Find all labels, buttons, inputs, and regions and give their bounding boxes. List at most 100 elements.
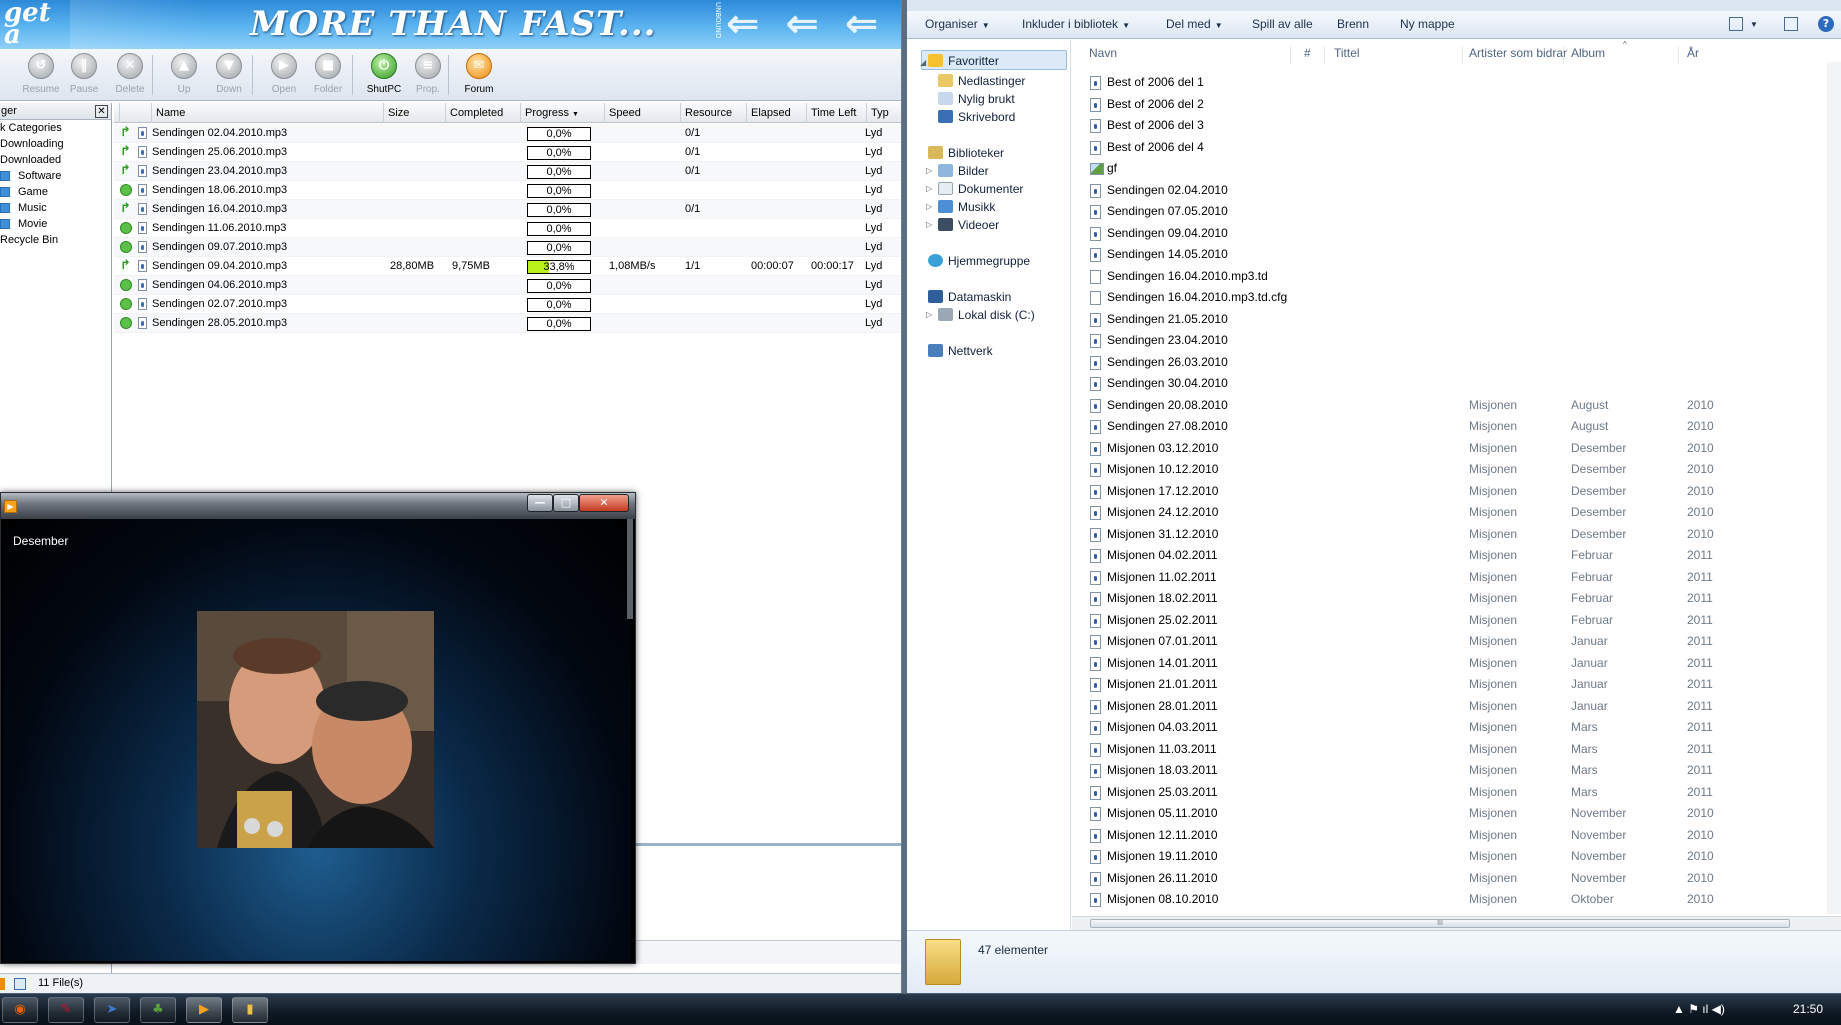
column-title[interactable]: Tittel <box>1334 46 1360 60</box>
file-row[interactable]: Sendingen 16.04.2010.mp3.td <box>1072 266 1836 287</box>
download-row[interactable]: Sendingen 11.06.2010.mp3 Lyd 0,0% <box>114 219 901 238</box>
download-row[interactable]: ↱ Sendingen 23.04.2010.mp3 0/1 Lyd 0,0% <box>114 162 901 181</box>
file-row[interactable]: Misjonen 15.10.2010 Misjonen Oktober 2010 <box>1072 911 1836 913</box>
pause-button[interactable]: ‖ Pause <box>62 53 106 99</box>
new-folder-button[interactable]: Ny mappe <box>1400 17 1455 31</box>
file-row[interactable]: Misjonen 21.01.2011 Misjonen Januar 2011 <box>1072 674 1836 695</box>
category-item[interactable]: Music <box>0 200 111 216</box>
column-elapsed[interactable]: Elapsed <box>747 103 807 123</box>
file-row[interactable]: Misjonen 07.01.2011 Misjonen Januar 2011 <box>1072 631 1836 652</box>
nav-homegroup[interactable]: Hjemmegruppe <box>928 251 1030 271</box>
file-row[interactable]: Sendingen 30.04.2010 <box>1072 373 1836 394</box>
expand-arrow-icon[interactable]: ▷ <box>926 161 932 181</box>
help-icon[interactable]: ? <box>1818 16 1834 32</box>
file-row[interactable]: Misjonen 17.12.2010 Misjonen Desember 2010 <box>1072 481 1836 502</box>
media-player-icon[interactable]: ▶ <box>186 997 222 1023</box>
down-button[interactable]: ▼ Down <box>207 53 251 99</box>
column-time-left[interactable]: Time Left <box>807 103 867 123</box>
network-icon[interactable]: ♣ <box>140 997 176 1023</box>
column-progress[interactable]: Progress ▼ <box>521 103 605 123</box>
file-row[interactable]: Misjonen 26.11.2010 Misjonen November 2010 <box>1072 868 1836 889</box>
nav-libraries[interactable]: Biblioteker <box>928 143 1004 163</box>
file-row[interactable]: Misjonen 19.11.2010 Misjonen November 2010 <box>1072 846 1836 867</box>
play-all-button[interactable]: Spill av alle <box>1252 17 1313 31</box>
column-type[interactable]: Typ <box>867 103 901 123</box>
vpn-icon[interactable]: ➤ <box>94 997 130 1023</box>
column-name[interactable]: Navn <box>1089 46 1117 60</box>
category-item[interactable]: Movie <box>0 216 111 232</box>
file-row[interactable]: Best of 2006 del 3 <box>1072 115 1836 136</box>
share-with-menu[interactable]: Del med ▼ <box>1166 17 1223 31</box>
nav-computer[interactable]: Datamaskin <box>928 287 1011 307</box>
column-size[interactable]: Size <box>384 103 446 123</box>
system-tray-icons[interactable]: ▲ ⚑ ıl ◀) <box>1673 1002 1725 1016</box>
include-in-library-menu[interactable]: Inkluder i bibliotek ▼ <box>1022 17 1130 31</box>
category-item[interactable]: Downloading <box>0 136 111 152</box>
close-icon[interactable]: ✕ <box>95 105 108 118</box>
file-row[interactable]: Sendingen 09.04.2010 <box>1072 223 1836 244</box>
file-row[interactable]: Sendingen 14.05.2010 <box>1072 244 1836 265</box>
category-item[interactable]: k Categories <box>0 120 111 136</box>
category-item[interactable]: Recycle Bin <box>0 232 111 248</box>
minimize-button[interactable]: — <box>527 494 553 512</box>
organize-menu[interactable]: Organiser ▼ <box>925 17 990 31</box>
file-row[interactable]: Misjonen 03.12.2010 Misjonen Desember 2010 <box>1072 438 1836 459</box>
nav-favorites[interactable]: ◢ Favoritter <box>920 50 1067 70</box>
category-item[interactable]: Game <box>0 184 111 200</box>
checkbox-icon[interactable] <box>0 171 10 181</box>
file-row[interactable]: Misjonen 05.11.2010 Misjonen November 2010 <box>1072 803 1836 824</box>
file-row[interactable]: Misjonen 25.03.2011 Misjonen Mars 2011 <box>1072 782 1836 803</box>
download-row[interactable]: Sendingen 28.05.2010.mp3 Lyd 0,0% <box>114 314 901 333</box>
file-row[interactable]: Sendingen 27.08.2010 Misjonen August 2010 <box>1072 416 1836 437</box>
download-row[interactable]: Sendingen 09.07.2010.mp3 Lyd 0,0% <box>114 238 901 257</box>
column-resource[interactable]: Resource <box>681 103 747 123</box>
column-speed[interactable]: Speed <box>605 103 681 123</box>
column-completed[interactable]: Completed <box>446 103 521 123</box>
column-number[interactable]: # <box>1304 46 1311 60</box>
explorer-icon[interactable]: ▮ <box>232 997 268 1023</box>
prop-button[interactable]: ≡ Prop. <box>406 53 450 99</box>
column-icon[interactable] <box>120 103 152 123</box>
status-toggle-icon[interactable] <box>14 978 26 990</box>
media-player-scrollbar[interactable] <box>627 519 633 619</box>
firefox-icon[interactable]: ◉ <box>2 997 38 1023</box>
file-row[interactable]: Best of 2006 del 1 <box>1072 72 1836 93</box>
horizontal-scrollbar[interactable]: III <box>1072 916 1841 930</box>
file-row[interactable]: Misjonen 24.12.2010 Misjonen Desember 2010 <box>1072 502 1836 523</box>
file-row[interactable]: Misjonen 28.01.2011 Misjonen Januar 2011 <box>1072 696 1836 717</box>
download-row[interactable]: Sendingen 18.06.2010.mp3 Lyd 0,0% <box>114 181 901 200</box>
column-separator[interactable] <box>1290 46 1291 64</box>
file-row[interactable]: Sendingen 02.04.2010 <box>1072 180 1836 201</box>
download-row[interactable]: Sendingen 02.07.2010.mp3 Lyd 0,0% <box>114 295 901 314</box>
file-row[interactable]: Sendingen 20.08.2010 Misjonen August 2010 <box>1072 395 1836 416</box>
file-row[interactable]: Best of 2006 del 4 <box>1072 137 1836 158</box>
file-row[interactable]: Sendingen 23.04.2010 <box>1072 330 1836 351</box>
expand-arrow-icon[interactable]: ▷ <box>926 197 932 217</box>
column-separator[interactable] <box>1563 46 1564 64</box>
file-row[interactable]: Sendingen 26.03.2010 <box>1072 352 1836 373</box>
view-options-icon[interactable] <box>1729 17 1743 31</box>
nav-recent[interactable]: Nylig brukt <box>938 89 1015 109</box>
resume-button[interactable]: ↺ Resume <box>19 53 63 99</box>
file-row[interactable]: Sendingen 16.04.2010.mp3.td.cfg <box>1072 287 1836 308</box>
clock[interactable]: 21:50 <box>1793 1002 1823 1016</box>
delete-button[interactable]: ✕ Delete <box>108 53 152 99</box>
maximize-button[interactable]: □ <box>553 494 579 512</box>
nav-videos[interactable]: ▷ Videoer <box>926 215 999 235</box>
file-row[interactable]: Best of 2006 del 2 <box>1072 94 1836 115</box>
nav-pictures[interactable]: ▷ Bilder <box>926 161 989 181</box>
download-row[interactable]: ↱ Sendingen 25.06.2010.mp3 0/1 Lyd 0,0% <box>114 143 901 162</box>
download-row[interactable]: ↱ Sendingen 16.04.2010.mp3 0/1 Lyd 0,0% <box>114 200 901 219</box>
checkbox-icon[interactable] <box>0 219 10 229</box>
download-row[interactable]: ↱ Sendingen 02.04.2010.mp3 0/1 Lyd 0,0% <box>114 124 901 143</box>
nav-local-disk[interactable]: ▷ Lokal disk (C:) <box>926 305 1035 325</box>
forum-button[interactable]: ✉ Forum <box>457 53 501 99</box>
media-player-screen[interactable]: Desember <box>3 519 631 961</box>
file-row[interactable]: Sendingen 21.05.2010 <box>1072 309 1836 330</box>
scrollbar-thumb[interactable]: III <box>1090 919 1790 928</box>
nav-desktop[interactable]: Skrivebord <box>938 107 1015 127</box>
expand-arrow-icon[interactable]: ▷ <box>926 179 932 199</box>
preview-pane-icon[interactable] <box>1784 17 1798 31</box>
vertical-scrollbar[interactable] <box>1827 62 1841 914</box>
download-row[interactable]: ↱ Sendingen 09.04.2010.mp3 28,80MB 9,75MB 1,… <box>114 257 901 276</box>
